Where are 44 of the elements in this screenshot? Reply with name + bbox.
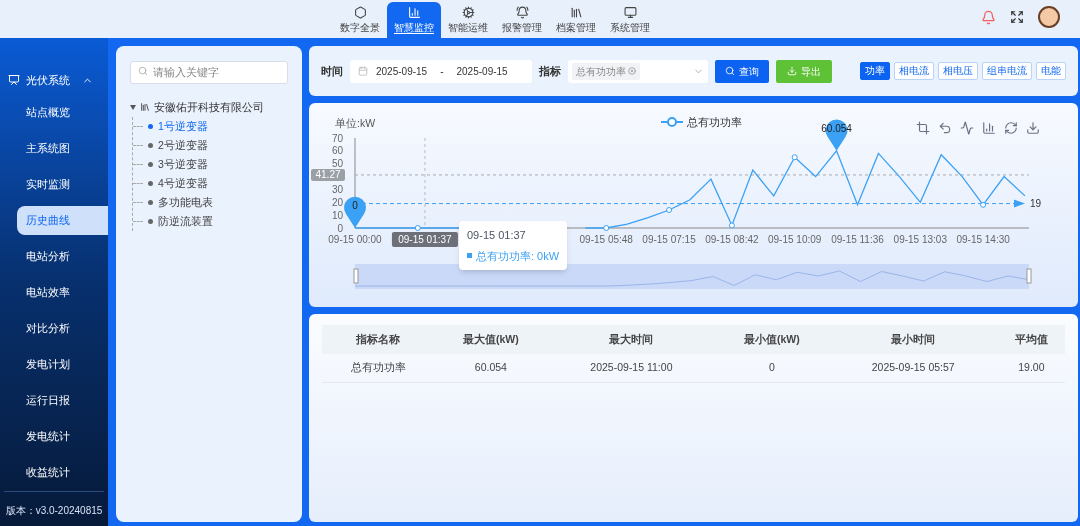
annotation: 0 — [352, 200, 359, 211]
table-cell: 2025-09-15 05:57 — [828, 354, 998, 382]
table-cell: 0 — [715, 354, 829, 382]
axis-tick-label: 60 — [331, 145, 343, 157]
axis-tick-label: 20 — [331, 196, 343, 208]
column-header: 最大值(kW) — [434, 325, 548, 354]
pointer-label: 09-15 01:37 — [391, 232, 458, 247]
average-value: 19 — [1030, 198, 1042, 210]
ref-line-label: 41.27 — [315, 169, 341, 181]
axis-tick-label: 0 — [337, 222, 343, 234]
tooltip-title: 09-15 01:37 — [467, 228, 527, 243]
field-label: 指标 — [539, 63, 561, 79]
axis-tick-label: 09-15 00:00 — [328, 234, 382, 245]
table-cell: 60.054 — [434, 354, 548, 382]
legend-label: 总有功功率 — [686, 116, 742, 128]
tooltip-value: 总有功功率: 0kW — [467, 247, 560, 264]
version-text: 版本：v3.0-20240815 — [5, 505, 103, 516]
marker-pin: 0 — [344, 196, 366, 228]
axis-tick-label: 09-15 08:42 — [705, 234, 759, 245]
axis-tick-label: 30 — [331, 183, 343, 195]
axis-tick-label: 70 — [331, 132, 343, 144]
table-cell: 总有功功率 — [322, 354, 435, 382]
column-header: 指标名称 — [322, 325, 435, 354]
column-header: 最小值(kW) — [715, 325, 829, 354]
pointer-label: 41.27 — [311, 168, 345, 181]
axis-tick-label: 09-15 14:30 — [956, 234, 1010, 245]
axis-unit: 单位:kW — [335, 117, 376, 129]
column-header: 最大时间 — [547, 325, 716, 354]
axis-tick-label: 10 — [331, 209, 343, 221]
table-cell: 2025-09-15 11:00 — [547, 354, 716, 382]
column-header: 平均值 — [997, 325, 1065, 354]
table-cell: 19.00 — [997, 354, 1065, 382]
axis-tick-label: 50 — [331, 158, 343, 170]
axis-tick-label: 09-15 07:15 — [642, 234, 696, 245]
end-date: 2025-09-15 — [456, 64, 508, 79]
axis-tick-label: 09-15 11:36 — [831, 234, 884, 245]
axis-tick-label: 09-15 05:48 — [579, 234, 633, 245]
metric-tag: 总有功功率 — [572, 62, 640, 80]
date-separator: - — [440, 64, 444, 79]
field-label: 时间 — [321, 63, 343, 79]
axis-tick-label: 09-15 13:03 — [893, 234, 947, 245]
axis-tick-label: 09-15 10:09 — [768, 234, 822, 245]
start-date: 2025-09-15 — [376, 64, 428, 79]
column-header: 最小时间 — [828, 325, 998, 354]
